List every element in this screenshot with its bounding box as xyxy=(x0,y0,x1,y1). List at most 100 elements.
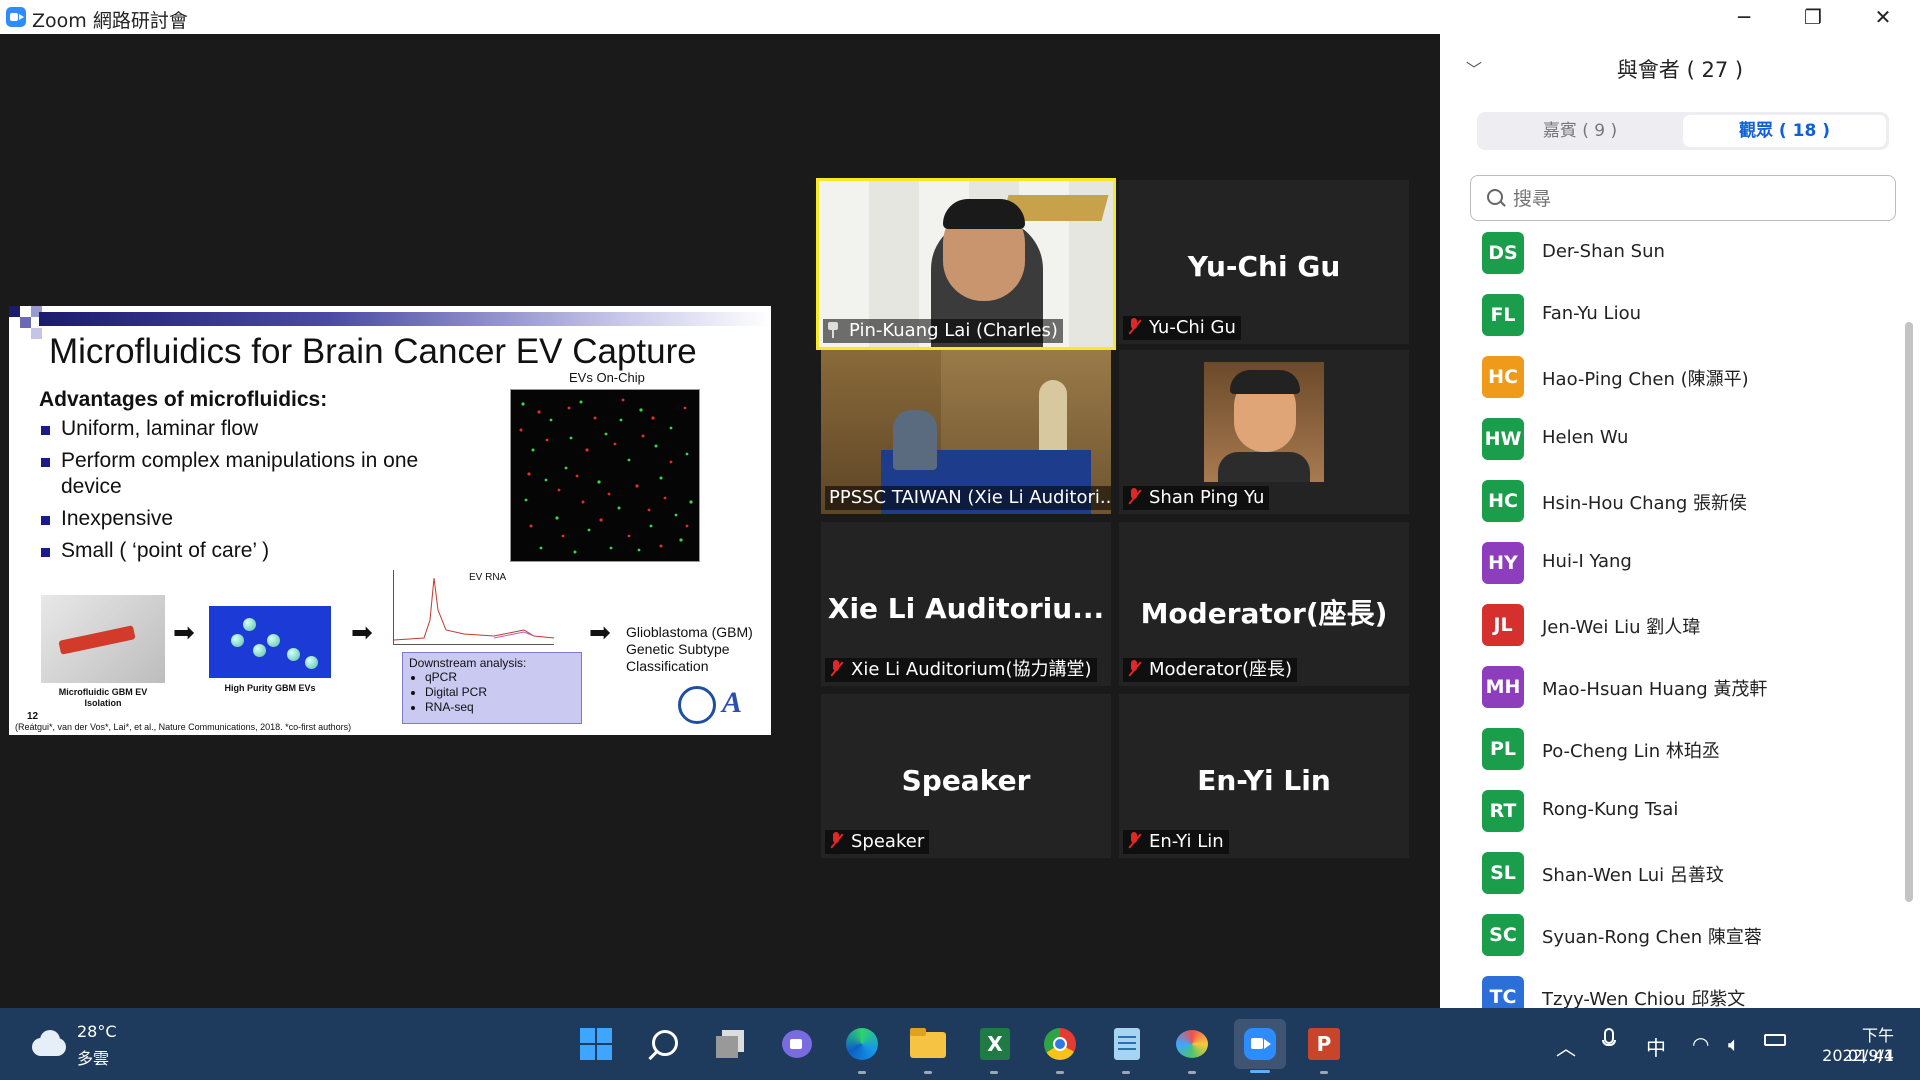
ev-fluorescence-image xyxy=(510,389,700,562)
participant-tabs: 嘉賓 ( 9 ) 觀眾 ( 18 ) xyxy=(1477,112,1889,150)
edge-browser-icon[interactable] xyxy=(840,1022,884,1074)
slide-header-band xyxy=(39,312,771,326)
device-caption: Microfluidic GBM EV Isolation xyxy=(58,687,148,708)
tab-attendees[interactable]: 觀眾 ( 18 ) xyxy=(1683,115,1886,147)
video-tile-moderator[interactable]: Moderator(座長) Moderator(座長) xyxy=(1119,522,1409,686)
microfluidic-device-image xyxy=(41,595,165,683)
file-explorer-icon[interactable] xyxy=(906,1022,950,1074)
video-tile-xieli[interactable]: Xie Li Auditoriu... Xie Li Auditorium(協力… xyxy=(821,522,1111,686)
search-input[interactable] xyxy=(1511,184,1885,214)
participant-row[interactable]: SC Syuan-Rong Chen 陳宣蓉 xyxy=(1440,904,1900,966)
shared-slide: Microfluidics for Brain Cancer EV Captur… xyxy=(9,306,771,735)
chevron-up-icon[interactable]: ︿ xyxy=(1556,1032,1576,1061)
volume-icon[interactable]: 🔈︎ xyxy=(1728,1032,1740,1056)
seated-person xyxy=(893,410,937,470)
participant-row[interactable]: HW Helen Wu xyxy=(1440,408,1900,470)
ime-indicator[interactable]: 中 xyxy=(1646,1032,1666,1061)
participant-name: Mao-Hsuan Huang 黃茂軒 xyxy=(1542,679,1768,700)
avatar: JL xyxy=(1482,604,1524,646)
profile-hair xyxy=(1230,370,1300,394)
institute-logo: A xyxy=(722,686,743,719)
powerpoint-icon[interactable]: P xyxy=(1302,1022,1346,1074)
participant-name: Moderator(座長) xyxy=(1149,659,1292,680)
search-icon[interactable] xyxy=(642,1022,686,1066)
participant-row[interactable]: SL Shan-Wen Lui 呂善玟 xyxy=(1440,842,1900,904)
search-box xyxy=(1470,175,1896,221)
cloud-icon[interactable] xyxy=(28,1030,68,1056)
mic-muted-icon xyxy=(829,660,843,678)
participant-name: En-Yi Lin xyxy=(1149,831,1224,852)
participant-row[interactable]: HC Hao-Ping Chen (陳灝平) xyxy=(1440,346,1900,408)
taskbar: 28°C 多雲 X P ︿ 中 ◠ 🔈︎ 下午 01:41 2022/9/4 xyxy=(0,1008,1920,1080)
close-button[interactable]: ✕ xyxy=(1853,0,1913,34)
participant-row[interactable]: TC Tzyy-Wen Chiou 邱紫文 xyxy=(1440,966,1900,1008)
video-tile-enyi[interactable]: En-Yi Lin En-Yi Lin xyxy=(1119,694,1409,858)
downstream-item: RNA-seq xyxy=(425,700,575,715)
participant-row[interactable]: PL Po-Cheng Lin 林珀丞 xyxy=(1440,718,1900,780)
zoom-taskbar-icon[interactable] xyxy=(1234,1019,1286,1073)
mic-muted-icon xyxy=(1127,832,1141,850)
video-tile-ppssc[interactable]: PPSSC TAIWAN (Xie Li Auditori... xyxy=(821,350,1111,514)
wifi-icon[interactable]: ◠ xyxy=(1692,1032,1709,1056)
mic-muted-icon xyxy=(829,832,843,850)
participant-name: Hsin-Hou Chang 張新侯 xyxy=(1542,493,1748,514)
pin-icon xyxy=(827,322,839,338)
participant-row[interactable]: RT Rong-Kung Tsai xyxy=(1440,780,1900,842)
task-view-icon[interactable] xyxy=(708,1022,752,1066)
gbm-caption: High Purity GBM EVs xyxy=(224,683,316,693)
participant-row[interactable]: MH Mao-Hsuan Huang 黃茂軒 xyxy=(1440,656,1900,718)
decor-piece xyxy=(1039,380,1067,450)
weather-temperature[interactable]: 28°C xyxy=(77,1022,117,1041)
avatar: HW xyxy=(1482,418,1524,460)
avatar: PL xyxy=(1482,728,1524,770)
participant-name: Xie Li Auditorium(協力講堂) xyxy=(851,659,1092,680)
start-icon[interactable] xyxy=(574,1022,618,1066)
participant-name: Hao-Ping Chen (陳灝平) xyxy=(1542,369,1749,390)
taskbar-date[interactable]: 2022/9/4 xyxy=(1804,1046,1894,1065)
minimize-button[interactable]: ─ xyxy=(1714,0,1774,34)
profile-photo xyxy=(1204,362,1324,482)
avatar: HC xyxy=(1482,480,1524,522)
video-tile-pinkuang[interactable]: Pin-Kuang Lai (Charles) xyxy=(816,178,1116,350)
excel-icon[interactable]: X xyxy=(972,1022,1016,1074)
participant-row[interactable]: HC Hsin-Hou Chang 張新侯 xyxy=(1440,470,1900,532)
restore-button[interactable]: ❐ xyxy=(1783,0,1843,34)
participant-name: Syuan-Rong Chen 陳宣蓉 xyxy=(1542,927,1762,948)
participant-row[interactable]: FL Fan-Yu Liou xyxy=(1440,284,1900,346)
paint-icon[interactable] xyxy=(1170,1022,1214,1074)
participant-name: Jen-Wei Liu 劉人瑋 xyxy=(1542,617,1701,638)
chat-icon[interactable] xyxy=(774,1022,818,1066)
ev-bead xyxy=(267,634,280,647)
advantages-list: Uniform, laminar flow Perform complex ma… xyxy=(39,416,479,570)
device-channel xyxy=(58,625,136,655)
video-tile-yuchi[interactable]: Yu-Chi Gu Yu-Chi Gu xyxy=(1119,180,1409,344)
notepad-icon[interactable] xyxy=(1104,1022,1148,1074)
avatar: RT xyxy=(1482,790,1524,832)
participant-name: Shan Ping Yu xyxy=(1149,487,1265,508)
running-indicator xyxy=(990,1071,998,1074)
zoom-app-icon xyxy=(6,7,26,27)
result-text: Glioblastoma (GBM) Genetic Subtype Class… xyxy=(626,624,753,674)
avatar: MH xyxy=(1482,666,1524,708)
panel-title: 與會者 ( 27 ) xyxy=(1616,58,1744,82)
chrome-icon[interactable] xyxy=(1038,1022,1082,1074)
video-tile-speaker[interactable]: Speaker Speaker xyxy=(821,694,1111,858)
running-indicator xyxy=(1188,1071,1196,1074)
video-tile-shanping[interactable]: Shan Ping Yu xyxy=(1119,350,1409,514)
battery-icon[interactable] xyxy=(1764,1034,1786,1046)
participant-name: Hui-I Yang xyxy=(1542,551,1632,572)
ev-bead xyxy=(231,634,244,647)
university-seal-logo xyxy=(678,686,716,724)
window-title: Zoom 網路研討會 xyxy=(32,10,188,32)
participant-row[interactable]: DS Der-Shan Sun xyxy=(1440,222,1900,284)
participant-row[interactable]: JL Jen-Wei Liu 劉人瑋 xyxy=(1440,594,1900,656)
title-bar: Zoom 網路研討會 ─ ❐ ✕ xyxy=(0,0,1920,34)
tab-panelists[interactable]: 嘉賓 ( 9 ) xyxy=(1480,115,1680,147)
participant-row[interactable]: HY Hui-I Yang xyxy=(1440,532,1900,594)
search-icon xyxy=(1487,189,1503,205)
microphone-icon[interactable] xyxy=(1602,1028,1616,1046)
participant-name: Speaker xyxy=(851,831,925,852)
advantage-item: Uniform, laminar flow xyxy=(39,416,479,442)
participant-list-scrollbar[interactable] xyxy=(1905,322,1913,902)
weather-condition[interactable]: 多雲 xyxy=(77,1045,109,1069)
